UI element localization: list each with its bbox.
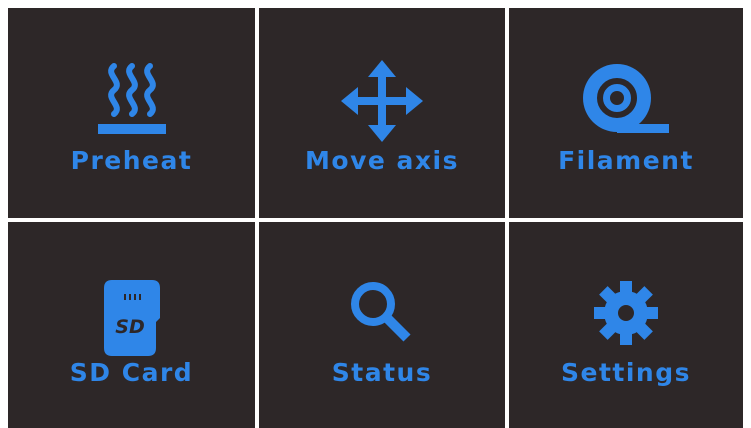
svg-text:SD: SD [115, 316, 144, 338]
move-axis-button[interactable]: Move axis [259, 8, 505, 218]
gear-icon [594, 281, 658, 345]
filament-button[interactable]: Filament [509, 8, 743, 218]
sd-card-button[interactable]: SD SD Card [8, 222, 255, 428]
settings-button[interactable]: Settings [509, 222, 743, 428]
settings-label: Settings [560, 358, 691, 387]
preheat-icon [97, 63, 166, 134]
filament-label: Filament [558, 146, 694, 175]
sd-card-label: SD Card [69, 358, 194, 387]
preheat-button[interactable]: Preheat [8, 8, 255, 218]
status-label: Status [331, 358, 433, 387]
status-button[interactable]: Status [259, 222, 505, 428]
preheat-label: Preheat [70, 146, 193, 175]
move-axis-label: Move axis [305, 146, 459, 175]
sd-card-icon: SD [103, 280, 160, 356]
move-axis-icon [341, 60, 423, 142]
search-icon [351, 282, 411, 342]
filament-icon [583, 64, 669, 133]
